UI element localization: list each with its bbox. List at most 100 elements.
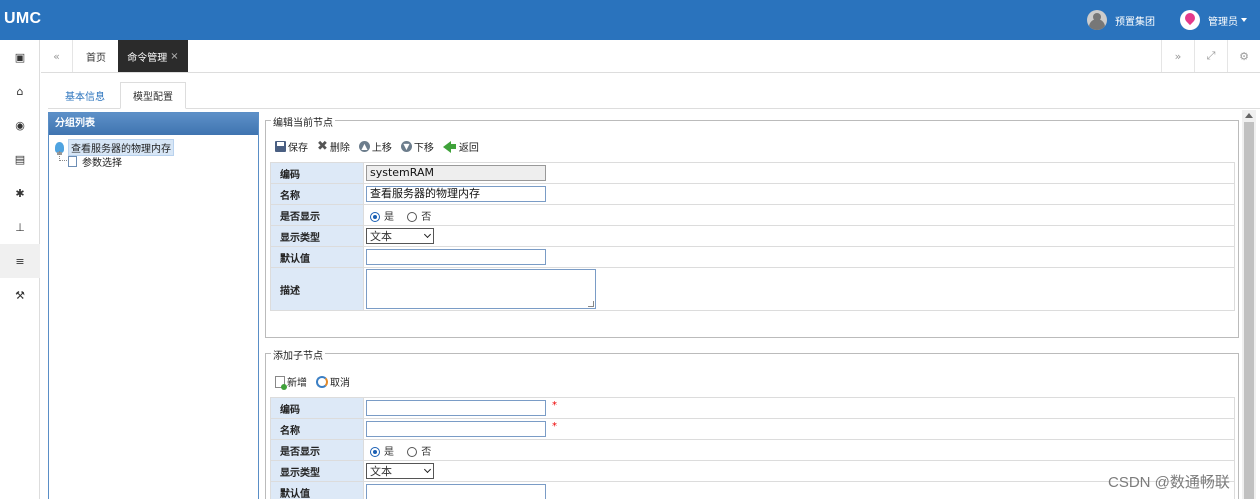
move-down-button[interactable]: ▼ 下移 bbox=[400, 139, 434, 154]
default-label: 默认值 bbox=[270, 246, 364, 268]
form-row-show: 是否显示 是 否 bbox=[270, 204, 1235, 226]
server-icon: ▤ bbox=[14, 152, 26, 166]
back-arrow-tail bbox=[450, 144, 456, 149]
sidebar-item-2[interactable]: ◉ bbox=[0, 108, 40, 142]
left-icon-sidebar: ▣ ⌂ ◉ ▤ ✱ ⊥ ≡ ⚒ bbox=[0, 40, 40, 499]
tab-scroll-right-button[interactable]: » bbox=[1161, 40, 1194, 72]
name-cell: * bbox=[363, 418, 1235, 440]
show-no-label: 否 bbox=[421, 211, 432, 223]
fullscreen-button[interactable]: ⤢ bbox=[1194, 40, 1227, 72]
user-menu[interactable]: 管理员 bbox=[1180, 10, 1247, 30]
child-default-value-field[interactable] bbox=[366, 484, 546, 499]
user-name: 管理员 bbox=[1208, 16, 1238, 28]
default-value-field[interactable] bbox=[366, 249, 546, 265]
org-name: 预置集团 bbox=[1115, 16, 1155, 28]
sidebar-item-5[interactable]: ⊥ bbox=[0, 210, 40, 244]
move-up-label: 上移 bbox=[371, 143, 392, 154]
double-chevron-left-icon: « bbox=[53, 49, 60, 63]
back-button[interactable]: 返回 bbox=[442, 139, 479, 154]
tab-settings-button[interactable]: ⚙ bbox=[1227, 40, 1260, 72]
form-row-code: 编码 systemRAM bbox=[270, 162, 1235, 184]
show-cell: 是 否 bbox=[363, 439, 1235, 461]
tree-connector bbox=[59, 151, 67, 161]
sidebar-item-6[interactable]: ≡ bbox=[0, 244, 40, 278]
scroll-up-icon[interactable] bbox=[1245, 113, 1253, 118]
show-yes-label: 是 bbox=[384, 446, 394, 458]
show-cell: 是 否 bbox=[363, 204, 1235, 226]
sidebar-item-3[interactable]: ▤ bbox=[0, 142, 40, 176]
save-button[interactable]: 保存 bbox=[275, 139, 308, 154]
show-label: 是否显示 bbox=[270, 439, 364, 461]
form-row-code: 编码 * bbox=[270, 397, 1235, 419]
caret-down-icon bbox=[1241, 18, 1247, 22]
add-child-fieldset: 添加子节点 新增 取消 编码 * 名称 * 是否显示 是 否 显示类型 文本 默… bbox=[265, 347, 1239, 499]
child-code-field[interactable] bbox=[366, 400, 546, 416]
default-label: 默认值 bbox=[270, 481, 364, 499]
form-row-default: 默认值 bbox=[270, 246, 1235, 268]
move-down-label: 下移 bbox=[413, 143, 434, 154]
show-no-radio[interactable] bbox=[407, 211, 418, 222]
delete-button[interactable]: ✖ 删除 bbox=[317, 139, 350, 154]
tree-node-label: 参数选择 bbox=[82, 158, 122, 169]
form-row-type: 显示类型 文本 bbox=[270, 225, 1235, 247]
show-yes-label: 是 bbox=[384, 211, 394, 223]
desc-cell bbox=[363, 267, 1235, 311]
arrow-down-icon: ▼ bbox=[400, 141, 412, 152]
description-textarea[interactable] bbox=[366, 269, 596, 309]
new-file-icon bbox=[275, 375, 287, 390]
watermark: CSDN @数通畅联 bbox=[1108, 474, 1230, 491]
tab-basic-info-label: 基本信息 bbox=[65, 92, 105, 103]
required-mark: * bbox=[552, 400, 557, 411]
scrollbar-thumb[interactable] bbox=[1244, 122, 1254, 499]
child-show-yes-radio[interactable] bbox=[370, 446, 380, 457]
edit-node-legend: 编辑当前节点 bbox=[271, 114, 335, 129]
form-row-desc: 描述 bbox=[270, 267, 1235, 311]
org-switcher[interactable]: 预置集团 bbox=[1087, 10, 1155, 30]
tab-model-config-label: 模型配置 bbox=[133, 92, 173, 103]
back-arrow-icon bbox=[442, 140, 451, 153]
show-yes-radio[interactable] bbox=[370, 211, 380, 222]
back-label: 返回 bbox=[458, 143, 479, 154]
sidebar-item-7[interactable]: ⚒ bbox=[0, 278, 40, 312]
code-cell: * bbox=[363, 397, 1235, 419]
delete-icon: ✖ bbox=[317, 139, 328, 154]
child-name-field[interactable] bbox=[366, 421, 546, 437]
list-icon: ≡ bbox=[15, 254, 25, 268]
vertical-scrollbar[interactable] bbox=[1242, 110, 1256, 499]
move-up-button[interactable]: ▲ 上移 bbox=[358, 139, 392, 154]
delete-label: 删除 bbox=[329, 143, 350, 154]
expand-icon: ⤢ bbox=[1206, 49, 1216, 62]
display-type-select[interactable]: 文本 bbox=[366, 228, 434, 244]
sidebar-item-1[interactable]: ⌂ bbox=[0, 74, 40, 108]
name-field[interactable]: 查看服务器的物理内存 bbox=[366, 186, 546, 202]
bank-icon: ⌂ bbox=[16, 84, 24, 98]
form-row-name: 名称 * bbox=[270, 418, 1235, 440]
tab-model-config[interactable]: 模型配置 bbox=[120, 82, 186, 109]
tab-command-management-label: 命令管理 bbox=[127, 52, 168, 64]
close-icon[interactable]: × bbox=[170, 51, 178, 62]
add-button[interactable]: 新增 bbox=[275, 374, 307, 390]
code-label: 编码 bbox=[270, 397, 364, 419]
tree-node-child[interactable]: 参数选择 bbox=[68, 154, 122, 169]
sub-tabs: 基本信息 模型配置 bbox=[48, 82, 1260, 109]
sitemap-icon: ⊥ bbox=[15, 220, 25, 234]
code-field[interactable]: systemRAM bbox=[366, 165, 546, 181]
group-list-panel: 分组列表 查看服务器的物理内存 参数选择 bbox=[48, 112, 259, 499]
app-logo[interactable]: UMC bbox=[4, 10, 41, 28]
tab-basic-info[interactable]: 基本信息 bbox=[50, 82, 120, 109]
child-display-type-select[interactable]: 文本 bbox=[366, 463, 434, 479]
tab-command-management[interactable]: 命令管理 × bbox=[118, 40, 188, 72]
child-show-no-radio[interactable] bbox=[407, 446, 418, 457]
sidebar-item-4[interactable]: ✱ bbox=[0, 176, 40, 210]
display-type-value: 文本 bbox=[370, 230, 392, 243]
cancel-button[interactable]: 取消 bbox=[316, 374, 350, 389]
add-label: 新增 bbox=[287, 378, 307, 389]
tab-scroll-left-button[interactable]: « bbox=[41, 40, 73, 72]
required-mark: * bbox=[552, 421, 557, 432]
group-list-title: 分组列表 bbox=[49, 113, 258, 135]
double-chevron-right-icon: » bbox=[1174, 49, 1182, 63]
type-label: 显示类型 bbox=[270, 225, 364, 247]
desc-label: 描述 bbox=[270, 267, 364, 311]
tab-home[interactable]: 首页 bbox=[74, 40, 118, 72]
sidebar-item-0[interactable]: ▣ bbox=[0, 40, 40, 74]
